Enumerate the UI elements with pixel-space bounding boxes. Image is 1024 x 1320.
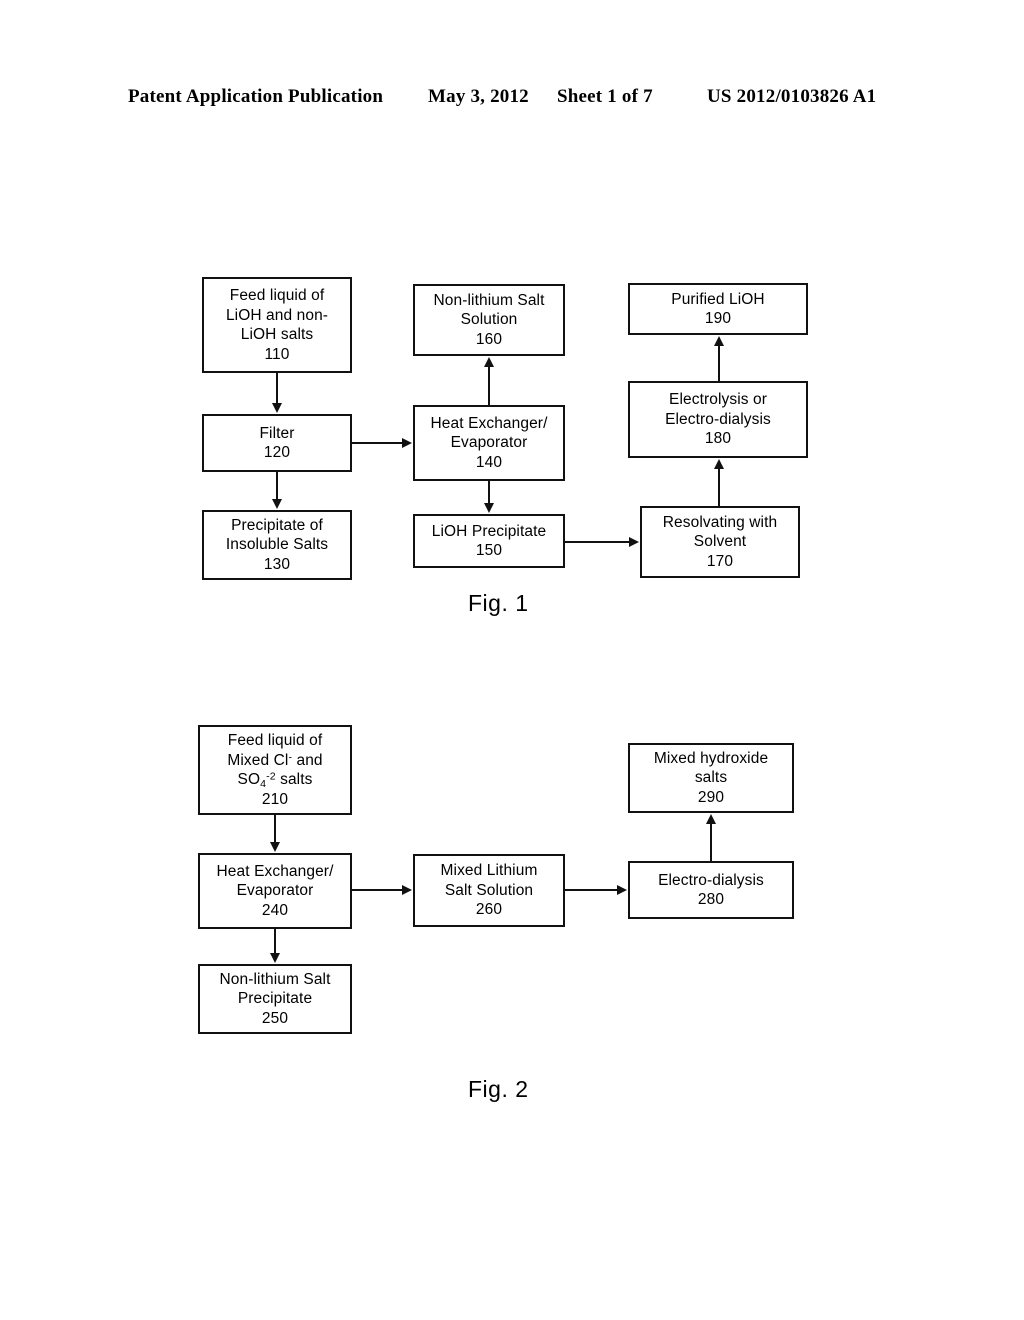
node-170-line-2: Solvent [693, 533, 747, 551]
node-250-line-1: Non-lithium Salt [219, 970, 331, 988]
node-290-line-2: salts [694, 769, 728, 787]
node-280-ref: 280 [697, 891, 725, 908]
node-130-line-2: Insoluble Salts [225, 536, 329, 554]
node-feed-liquid-mixed-salts-210: Feed liquid of Mixed Cl- and SO4-2 salts… [198, 725, 352, 815]
arrowhead-280-to-290 [705, 814, 716, 824]
arrowhead-210-to-240 [269, 842, 280, 852]
node-210-line-3-text-b: salts [275, 771, 313, 788]
node-precipitate-insoluble-salts-130: Precipitate of Insoluble Salts 130 [202, 510, 352, 580]
node-110-ref: 110 [264, 345, 290, 363]
connector-150-to-170 [565, 541, 630, 543]
node-170-ref: 170 [706, 552, 734, 570]
arrowhead-110-to-120 [271, 403, 282, 413]
node-210-line-2-text-a: Mixed Cl [227, 751, 289, 769]
arrowhead-240-to-250 [269, 953, 280, 963]
node-120-ref: 120 [263, 444, 291, 461]
node-260-line-2: Salt Solution [444, 881, 534, 899]
arrowhead-170-to-180 [713, 459, 724, 469]
node-240-ref: 240 [261, 901, 289, 919]
node-290-ref: 290 [697, 788, 725, 806]
node-110-line-3: LiOH salts [240, 326, 314, 343]
node-resolvating-with-solvent-170: Resolvating with Solvent 170 [640, 506, 800, 578]
node-210-line-3: SO4-2 salts [238, 770, 313, 790]
connector-240-to-260 [352, 889, 403, 891]
node-110-line-2: LiOH and non- [225, 306, 329, 324]
connector-140-to-160 [488, 366, 490, 405]
node-250-ref: 250 [261, 1009, 289, 1027]
node-140-line-2: Evaporator [450, 434, 528, 452]
arrowhead-120-to-140 [402, 437, 412, 448]
node-purified-lioh-190: Purified LiOH 190 [628, 283, 808, 335]
arrowhead-260-to-280 [617, 884, 627, 895]
node-210-ref: 210 [261, 790, 289, 808]
connector-240-to-250 [274, 929, 276, 954]
node-110-line-1: Feed liquid of [229, 287, 325, 304]
node-210-line-2-text-b: and [292, 751, 323, 769]
node-210-sulfate-charge: -2 [266, 770, 276, 783]
node-260-line-1: Mixed Lithium [440, 862, 538, 880]
node-130-line-1: Precipitate of [231, 516, 323, 534]
node-150-line-1: LiOH Precipitate [431, 522, 547, 540]
node-electrolysis-or-electrodialysis-180: Electrolysis or Electro-dialysis 180 [628, 381, 808, 458]
node-140-ref: 140 [475, 453, 503, 471]
connector-170-to-180 [718, 468, 720, 506]
node-heat-exchanger-evaporator-240: Heat Exchanger/ Evaporator 240 [198, 853, 352, 929]
node-240-line-1: Heat Exchanger/ [216, 862, 334, 880]
node-non-lithium-salt-precipitate-250: Non-lithium Salt Precipitate 250 [198, 964, 352, 1034]
node-mixed-hydroxide-salts-290: Mixed hydroxide salts 290 [628, 743, 794, 813]
connector-180-to-190 [718, 345, 720, 381]
node-180-line-2: Electro-dialysis [665, 410, 771, 428]
node-160-line-1: Non-lithium Salt [433, 291, 545, 309]
node-mixed-lithium-salt-solution-260: Mixed Lithium Salt Solution 260 [413, 854, 565, 927]
connector-140-to-150 [488, 481, 490, 504]
arrowhead-140-to-160 [483, 357, 494, 367]
node-180-ref: 180 [704, 430, 732, 448]
node-170-line-1: Resolvating with [662, 513, 778, 531]
arrowhead-150-to-170 [629, 536, 639, 547]
node-250-line-2: Precipitate [237, 990, 313, 1008]
node-heat-exchanger-evaporator-140: Heat Exchanger/ Evaporator 140 [413, 405, 565, 481]
node-180-line-1: Electrolysis or [669, 391, 767, 409]
node-feed-liquid-lioh-110: Feed liquid of LiOH and non- LiOH salts … [202, 277, 352, 373]
figure-2-caption: Fig. 2 [468, 1076, 529, 1102]
arrowhead-120-to-130 [271, 499, 282, 509]
node-240-line-2: Evaporator [236, 882, 314, 900]
node-electro-dialysis-280: Electro-dialysis 280 [628, 861, 794, 919]
node-150-ref: 150 [475, 542, 503, 559]
connector-110-to-120 [276, 373, 278, 404]
node-lioh-precipitate-150: LiOH Precipitate 150 [413, 514, 565, 568]
node-260-ref: 260 [475, 901, 503, 919]
arrowhead-140-to-150 [483, 503, 494, 513]
node-190-ref: 190 [704, 310, 732, 327]
node-210-line-2: Mixed Cl- and [227, 751, 322, 771]
node-140-line-1: Heat Exchanger/ [430, 414, 548, 432]
node-130-ref: 130 [263, 555, 291, 573]
figures-stage: Feed liquid of LiOH and non- LiOH salts … [0, 0, 1024, 1320]
node-290-line-1: Mixed hydroxide [653, 749, 769, 767]
node-160-ref: 160 [475, 330, 503, 348]
node-filter-120: Filter 120 [202, 414, 352, 472]
node-190-line-1: Purified LiOH [671, 290, 765, 308]
node-160-line-2: Solution [460, 311, 518, 329]
connector-120-to-130 [276, 472, 278, 500]
node-210-line-1: Feed liquid of [227, 732, 323, 749]
arrowhead-180-to-190 [713, 336, 724, 346]
connector-280-to-290 [710, 823, 712, 861]
node-120-line-1: Filter [259, 424, 295, 442]
connector-210-to-240 [274, 815, 276, 843]
connector-120-to-140 [352, 442, 403, 444]
node-210-line-3-text-a: SO [237, 771, 261, 788]
node-280-line-1: Electro-dialysis [658, 871, 764, 889]
arrowhead-240-to-260 [402, 884, 412, 895]
node-non-lithium-salt-solution-160: Non-lithium Salt Solution 160 [413, 284, 565, 356]
figure-1-caption: Fig. 1 [468, 590, 529, 616]
connector-260-to-280 [565, 889, 618, 891]
